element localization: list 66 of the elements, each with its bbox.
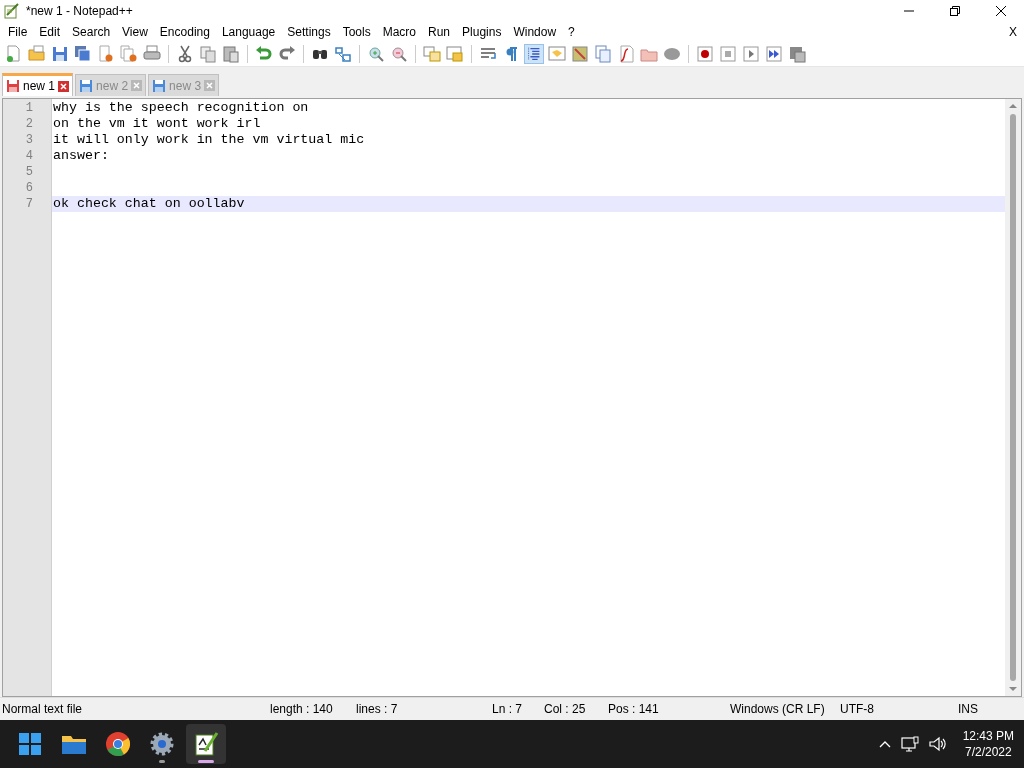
window-title: *new 1 - Notepad++ — [26, 4, 134, 18]
speaker-icon[interactable] — [928, 736, 947, 752]
file-type-label: Normal text file — [1, 702, 84, 716]
code-line: why is the speech recognition on — [52, 100, 310, 116]
play-icon[interactable] — [741, 44, 761, 64]
close-tab-icon[interactable] — [58, 80, 70, 92]
line-number: 3 — [24, 132, 34, 148]
line-number: 6 — [24, 180, 34, 196]
line-number: 1 — [24, 100, 34, 116]
menu-item[interactable]: Tools — [336, 25, 377, 39]
document-tab[interactable]: new 1 — [2, 73, 74, 96]
open-folder-icon[interactable] — [27, 44, 47, 64]
code-line: on the vm it wont work irl — [52, 116, 262, 132]
paste-icon[interactable] — [221, 44, 241, 64]
zoom-out-icon[interactable] — [389, 44, 409, 64]
menu-item[interactable]: Plugins — [456, 25, 508, 39]
menu-item[interactable]: Macro — [376, 25, 422, 39]
menu-item[interactable]: ? — [562, 25, 581, 39]
chevron-up-icon[interactable] — [878, 740, 891, 748]
scroll-up-icon[interactable] — [1009, 103, 1017, 108]
lines-label: lines : 7 — [355, 702, 399, 716]
save-macro-icon[interactable] — [787, 44, 807, 64]
close-all-icon[interactable] — [119, 44, 139, 64]
length-label: length : 140 — [269, 702, 334, 716]
notepad-icon[interactable] — [193, 731, 219, 757]
gear-icon[interactable] — [149, 731, 175, 757]
browser-icon[interactable] — [105, 731, 131, 757]
close-document-button[interactable]: X — [1002, 25, 1024, 39]
code-line: answer: — [52, 148, 110, 164]
clock-time[interactable]: 12:43 PM — [962, 728, 1014, 744]
indent-guide-icon[interactable] — [524, 44, 544, 64]
menu-item[interactable]: Edit — [33, 25, 67, 39]
network-icon[interactable] — [900, 736, 919, 752]
save-icon[interactable] — [50, 44, 70, 64]
record-icon[interactable] — [695, 44, 715, 64]
line-ending-label: Windows (CR LF) — [729, 702, 826, 716]
column-label: Col : 25 — [543, 702, 587, 716]
encoding-label: UTF-8 — [839, 702, 875, 716]
notepad-icon — [4, 3, 20, 19]
menu-item[interactable]: Language — [215, 25, 282, 39]
menu-item[interactable]: Run — [422, 25, 457, 39]
menu-item[interactable]: Encoding — [153, 25, 216, 39]
line-label: Ln : 7 — [491, 702, 524, 716]
line-number: 2 — [24, 116, 34, 132]
start-icon[interactable] — [17, 731, 43, 757]
documents-icon[interactable] — [593, 44, 613, 64]
menu-item[interactable]: Window — [507, 25, 563, 39]
position-label: Pos : 141 — [607, 702, 660, 716]
menu-item[interactable]: Settings — [281, 25, 337, 39]
restore-icon[interactable] — [950, 6, 960, 16]
menu-item[interactable]: File — [2, 25, 34, 39]
line-number: 5 — [24, 164, 34, 180]
line-number: 4 — [24, 148, 34, 164]
insert-mode-label: INS — [957, 702, 979, 716]
vertical-scrollbar[interactable] — [1005, 99, 1021, 696]
save-all-icon[interactable] — [73, 44, 93, 64]
line-number: 7 — [24, 196, 34, 212]
scroll-down-icon[interactable] — [1009, 687, 1017, 692]
menu-item[interactable]: View — [116, 25, 154, 39]
close-icon[interactable] — [996, 6, 1006, 16]
clock-date[interactable]: 7/2/2022 — [964, 744, 1012, 760]
copy-icon[interactable] — [198, 44, 218, 64]
menu-item[interactable]: Search — [66, 25, 117, 39]
zoom-in-icon[interactable] — [366, 44, 386, 64]
code-line: it will only work in the vm virtual mic — [52, 132, 366, 148]
fast-forward-icon[interactable] — [764, 44, 784, 64]
